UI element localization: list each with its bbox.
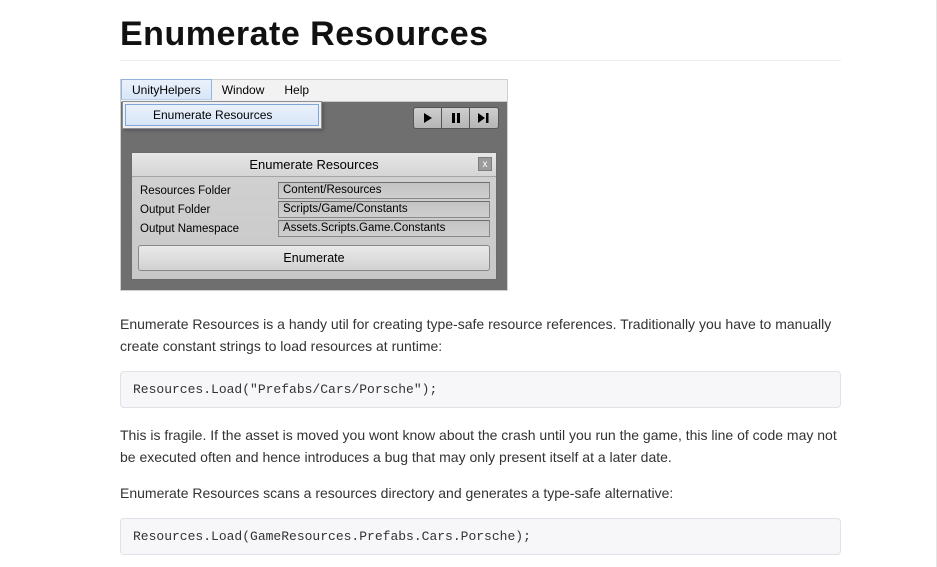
paragraph-fragile: This is fragile. If the asset is moved y…: [120, 424, 841, 468]
play-icon: [423, 113, 433, 123]
input-output-namespace[interactable]: Assets.Scripts.Game.Constants: [278, 220, 490, 237]
field-row-output-folder: Output Folder Scripts/Game/Constants: [138, 201, 490, 218]
step-button[interactable]: [470, 108, 498, 128]
paragraph-scans: Enumerate Resources scans a resources di…: [120, 482, 841, 504]
unity-screenshot: UnityHelpers Window Help Enumerate Resou…: [120, 79, 508, 291]
pause-icon: [451, 113, 461, 123]
menubar-item-help[interactable]: Help: [274, 80, 319, 101]
menubar: UnityHelpers Window Help: [121, 80, 507, 102]
editor-title: Enumerate Resources: [132, 157, 496, 172]
label-resources-folder: Resources Folder: [138, 185, 278, 197]
label-output-namespace: Output Namespace: [138, 223, 278, 235]
heading-divider: [120, 60, 841, 61]
editor-window: Enumerate Resources x Resources Folder C…: [131, 152, 497, 280]
enumerate-button[interactable]: Enumerate: [138, 245, 490, 271]
playback-controls: [413, 107, 499, 129]
paragraph-intro: Enumerate Resources is a handy util for …: [120, 313, 841, 357]
play-button[interactable]: [414, 108, 442, 128]
input-output-folder[interactable]: Scripts/Game/Constants: [278, 201, 490, 218]
pause-button[interactable]: [442, 108, 470, 128]
code-block-2: Resources.Load(GameResources.Prefabs.Car…: [120, 518, 841, 555]
editor-titlebar: Enumerate Resources x: [132, 153, 496, 177]
dropdown-item-enumerate-resources[interactable]: Enumerate Resources: [125, 104, 319, 126]
field-row-output-namespace: Output Namespace Assets.Scripts.Game.Con…: [138, 220, 490, 237]
menubar-item-unityhelpers[interactable]: UnityHelpers: [121, 79, 212, 100]
dropdown-menu: Enumerate Resources: [122, 101, 322, 129]
field-row-resources-folder: Resources Folder Content/Resources: [138, 182, 490, 199]
label-output-folder: Output Folder: [138, 204, 278, 216]
code-block-1: Resources.Load("Prefabs/Cars/Porsche");: [120, 371, 841, 408]
page-title: Enumerate Resources: [120, 15, 841, 54]
input-resources-folder[interactable]: Content/Resources: [278, 182, 490, 199]
step-icon: [478, 113, 490, 123]
menubar-item-window[interactable]: Window: [212, 80, 275, 101]
close-icon[interactable]: x: [478, 157, 492, 171]
